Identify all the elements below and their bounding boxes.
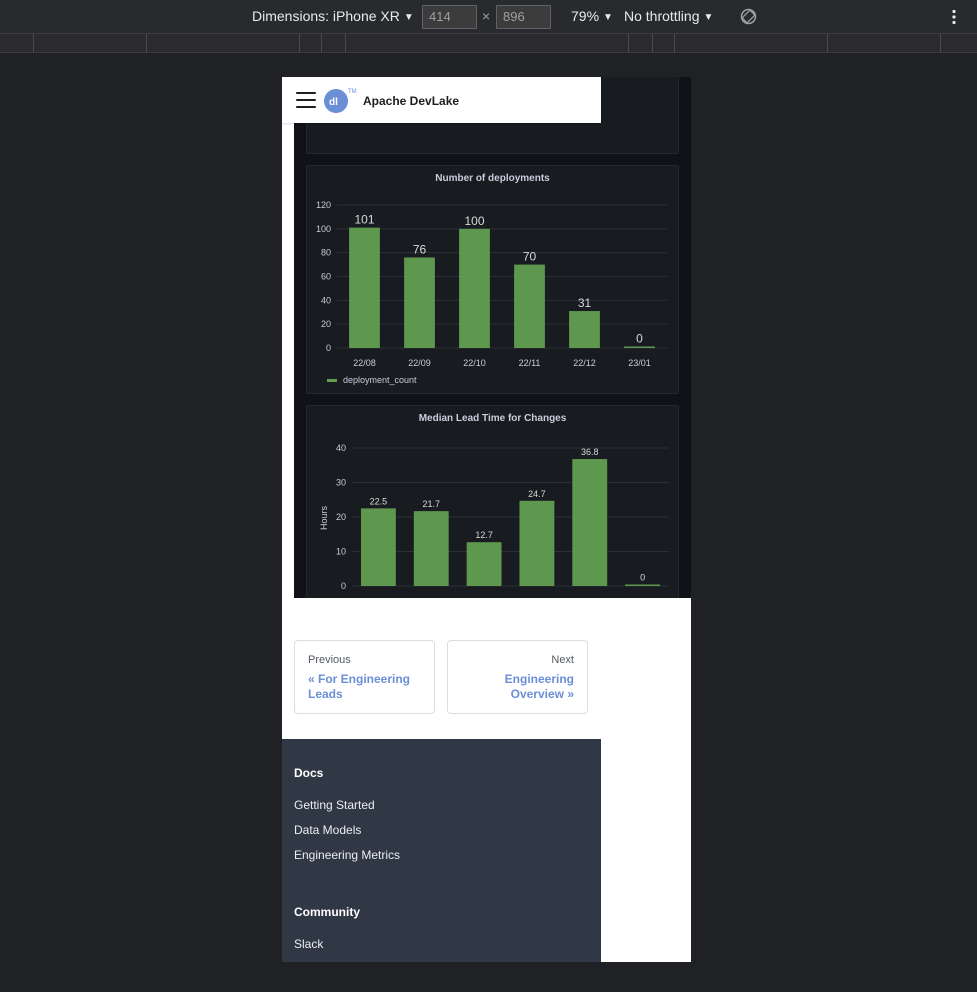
- x-tick-label: 22/09: [408, 358, 431, 368]
- ruler-segment: [33, 34, 34, 53]
- pager-previous-link[interactable]: « For Engineering Leads: [308, 672, 423, 702]
- deployments-panel: Number of deployments 0 20 40 60 80 100 120 101…: [306, 165, 679, 394]
- ruler-segment: [827, 34, 828, 53]
- footer-docs-title: Docs: [294, 766, 324, 780]
- device-viewport: Number of deployments 0 20 40 60 80 100 120 101…: [282, 77, 691, 962]
- bar: [466, 542, 502, 586]
- y-tick-label: 40: [336, 443, 346, 453]
- y-tick-label: 60: [321, 272, 331, 282]
- bar: [514, 264, 545, 348]
- footer-link-slack[interactable]: Slack: [294, 937, 323, 951]
- footer-community-title: Community: [294, 905, 360, 919]
- ruler-segment: [628, 34, 629, 53]
- trademark-mark: TM: [348, 89, 357, 95]
- devlake-logo[interactable]: dl: [324, 89, 348, 113]
- ruler-segment: [345, 34, 346, 53]
- x-tick-label: 23/01: [628, 358, 651, 368]
- dashboard-screenshot: Number of deployments 0 20 40 60 80 100 120 101…: [294, 77, 691, 598]
- y-tick-label: 20: [321, 319, 331, 329]
- x-tick-label: 22/11: [519, 358, 541, 368]
- ruler-segment: [940, 34, 941, 53]
- pager-previous-label: Previous: [308, 654, 351, 666]
- y-tick-label: 20: [336, 512, 346, 522]
- ruler-segment: [652, 34, 653, 53]
- navbar: dl TM Apache DevLake: [282, 77, 601, 123]
- throttling-select[interactable]: No throttling ▼: [624, 8, 713, 24]
- y-tick-label: 30: [336, 478, 346, 488]
- ruler-segment: [674, 34, 675, 53]
- footer-link-data-models[interactable]: Data Models: [294, 823, 361, 837]
- brand-title[interactable]: Apache DevLake: [363, 94, 459, 108]
- bar: [569, 311, 600, 348]
- bar: [349, 227, 380, 348]
- hamburger-menu-icon[interactable]: [296, 92, 316, 108]
- bar: [404, 257, 435, 348]
- footer-link-getting-started[interactable]: Getting Started: [294, 798, 375, 812]
- bar: [572, 459, 608, 586]
- bar-value-label: 36.8: [581, 447, 599, 457]
- legend-swatch: [327, 379, 337, 382]
- legend-label: deployment_count: [343, 375, 417, 385]
- y-axis-label: Hours: [319, 506, 329, 531]
- footer-link-engineering-metrics[interactable]: Engineering Metrics: [294, 848, 400, 862]
- pager-next[interactable]: Next Engineering Overview »: [447, 640, 588, 714]
- bar-value-label: 22.5: [370, 496, 388, 506]
- pager-previous[interactable]: Previous « For Engineering Leads: [294, 640, 435, 714]
- bar-value-label: 76: [413, 242, 427, 256]
- lead-time-panel: Median Lead Time for Changes 0 10 20 30 40 22…: [306, 405, 679, 598]
- throttling-value: No throttling: [624, 8, 700, 24]
- dimension-separator: ×: [482, 8, 491, 24]
- bar-value-label: 0: [636, 332, 643, 346]
- lead-time-chart: 0 10 20 30 40 22.5 21.7 12.7 24.7 36.8 0 Hours: [319, 443, 669, 591]
- ruler-segment: [321, 34, 322, 53]
- x-tick-label: 22/10: [463, 358, 486, 368]
- footer: Docs Getting Started Data Models Enginee…: [282, 739, 601, 962]
- bar-value-label: 21.7: [422, 499, 440, 509]
- bar-value-label: 70: [523, 250, 537, 264]
- x-tick-label: 22/08: [353, 358, 376, 368]
- chevron-down-icon: ▼: [403, 12, 414, 23]
- chevron-down-icon: ▼: [703, 12, 714, 23]
- bar: [459, 228, 490, 348]
- device-select-label: Dimensions: iPhone XR: [252, 8, 400, 24]
- y-tick-label: 10: [336, 547, 346, 557]
- rotate-icon[interactable]: [740, 8, 757, 28]
- bar-value-label: 0: [640, 573, 645, 583]
- media-query-ruler[interactable]: [0, 34, 977, 53]
- bar: [413, 511, 449, 586]
- bar-value-label: 31: [578, 296, 592, 310]
- bar: [360, 508, 396, 586]
- bar: [519, 500, 555, 586]
- zoom-value: 79%: [571, 8, 600, 24]
- chevron-down-icon: ▼: [603, 12, 613, 23]
- ruler-segment: [146, 34, 147, 53]
- more-options-icon[interactable]: [951, 9, 957, 28]
- y-tick-label: 0: [341, 581, 346, 591]
- width-input[interactable]: 414: [422, 5, 477, 29]
- pager-next-label: Next: [551, 654, 574, 666]
- bar-value-label: 100: [464, 214, 484, 228]
- bar-value-label: 12.7: [475, 530, 493, 540]
- y-tick-label: 0: [326, 343, 331, 353]
- y-tick-label: 40: [321, 295, 331, 305]
- bar-value-label: 101: [354, 213, 374, 227]
- bar: [624, 346, 655, 348]
- zoom-select[interactable]: 79% ▼: [571, 8, 613, 24]
- y-tick-label: 100: [316, 224, 331, 234]
- deployments-chart: 0 20 40 60 80 100 120 101 22/08 76 22/09 100 22/10 70…: [316, 200, 667, 385]
- ruler-segment: [299, 34, 300, 53]
- device-select[interactable]: Dimensions: iPhone XR ▼: [252, 8, 414, 24]
- y-tick-label: 80: [321, 248, 331, 258]
- bar-value-label: 24.7: [528, 489, 546, 499]
- pager-next-link[interactable]: Engineering Overview »: [474, 672, 574, 702]
- y-tick-label: 120: [316, 200, 331, 210]
- bar: [625, 584, 661, 586]
- svg-text:dl: dl: [329, 97, 338, 108]
- height-input[interactable]: 896: [496, 5, 551, 29]
- devtools-device-toolbar: Dimensions: iPhone XR ▼ 414 × 896 79% ▼ No…: [0, 0, 977, 34]
- x-tick-label: 22/12: [573, 358, 596, 368]
